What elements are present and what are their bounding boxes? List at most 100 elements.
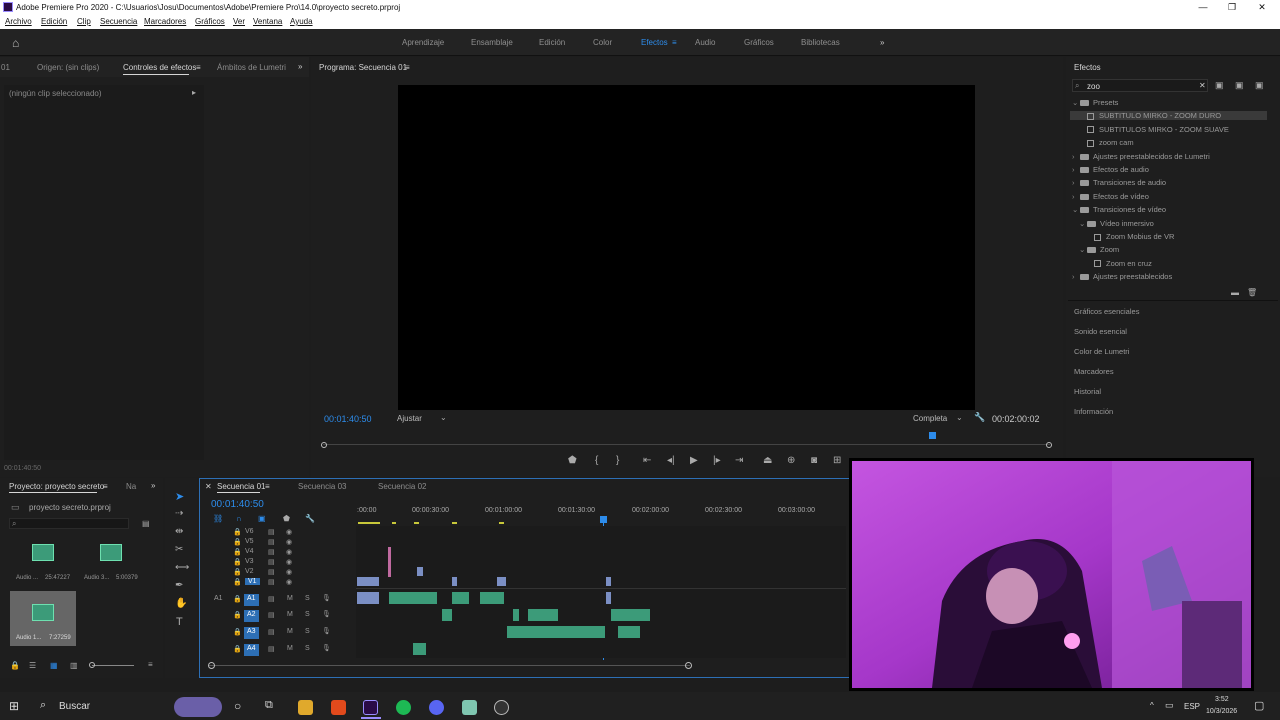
toggle-sync-icon[interactable]: ▤ bbox=[268, 595, 275, 603]
source-patch[interactable]: A1 bbox=[214, 595, 223, 602]
tab-project[interactable]: Proyecto: proyecto secreto bbox=[9, 482, 104, 491]
tab-effect-controls[interactable]: Controles de efectos bbox=[123, 63, 196, 72]
mute-button[interactable]: M bbox=[287, 595, 293, 602]
lift-icon[interactable]: ⏏ bbox=[763, 455, 772, 466]
eye-icon[interactable]: ◉ bbox=[286, 538, 292, 546]
close-icon[interactable]: ✕ bbox=[1254, 2, 1270, 13]
track-lock-icon[interactable]: 🔒 bbox=[233, 558, 242, 566]
effects-folder[interactable]: ⌄ Presets bbox=[1072, 98, 1118, 107]
mute-button[interactable]: M bbox=[287, 645, 293, 652]
mute-button[interactable]: M bbox=[287, 628, 293, 635]
audio-clip[interactable] bbox=[528, 609, 558, 621]
app-icon[interactable] bbox=[462, 700, 477, 715]
zoom-slider[interactable] bbox=[92, 665, 134, 666]
menu-ver[interactable]: Ver bbox=[233, 17, 245, 26]
microphone-icon[interactable]: 🎙 bbox=[322, 627, 331, 635]
selection-tool-icon[interactable]: ➤ bbox=[175, 490, 184, 503]
solo-button[interactable]: S bbox=[305, 628, 310, 635]
nest-toggle-icon[interactable]: ⛓ bbox=[213, 514, 223, 523]
chevron-right-icon[interactable]: › bbox=[1072, 152, 1080, 161]
accelerated-effects-icon[interactable]: ▣ bbox=[1215, 80, 1224, 91]
quality-dropdown[interactable]: Completa bbox=[913, 414, 947, 423]
mark-in-icon[interactable]: { bbox=[595, 455, 598, 466]
eye-icon[interactable]: ◉ bbox=[286, 558, 292, 566]
timeline-settings-icon[interactable]: 🔧 bbox=[305, 514, 315, 523]
track-lock-icon[interactable]: 🔒 bbox=[233, 595, 242, 603]
menu-edicion[interactable]: Edición bbox=[41, 17, 67, 26]
effects-folder[interactable]: › Transiciones de audio bbox=[1072, 178, 1166, 187]
panel-menu-icon[interactable]: ≡ bbox=[196, 63, 201, 72]
track-label[interactable]: V2 bbox=[245, 568, 254, 575]
video-clip[interactable] bbox=[388, 547, 391, 577]
timeline-playhead-handle[interactable] bbox=[600, 516, 607, 523]
tab-prefix[interactable]: 01 bbox=[1, 63, 10, 72]
track-lock-icon[interactable]: 🔒 bbox=[233, 611, 242, 619]
more-tabs-icon[interactable]: » bbox=[298, 62, 302, 71]
type-tool-icon[interactable]: T bbox=[176, 616, 183, 628]
new-bin-from-search-icon[interactable]: ▤ bbox=[142, 519, 150, 528]
effects-folder[interactable]: ⌄ Transiciones de vídeo bbox=[1072, 205, 1166, 214]
more-project-tabs-icon[interactable]: » bbox=[151, 481, 155, 490]
close-sequence-icon[interactable]: ✕ bbox=[205, 482, 212, 491]
wrench-icon[interactable]: 🔧 bbox=[974, 412, 985, 423]
effects-search-box[interactable]: ⌕ zoo ✕ bbox=[1072, 79, 1208, 92]
more-workspaces-icon[interactable]: » bbox=[880, 38, 884, 47]
timeline-zoom-scrollbar[interactable] bbox=[208, 665, 690, 666]
solo-button[interactable]: S bbox=[305, 645, 310, 652]
tab-secuencia-03[interactable]: Secuencia 03 bbox=[298, 482, 346, 491]
project-item[interactable]: Audio 3... 5:00379 bbox=[80, 537, 142, 587]
project-item-selected[interactable]: Audio 1... 7:27259 bbox=[10, 591, 76, 646]
track-label[interactable]: V3 bbox=[245, 558, 254, 565]
menu-graficos[interactable]: Gráficos bbox=[195, 17, 225, 26]
section-graficos-esenciales[interactable]: Gráficos esenciales bbox=[1074, 307, 1139, 316]
effects-folder[interactable]: ⌄ Zoom bbox=[1079, 245, 1119, 254]
project-menu-icon[interactable]: ≡ bbox=[103, 482, 108, 491]
fit-dropdown-chevron-icon[interactable]: ⌄ bbox=[440, 413, 447, 422]
workspace-color[interactable]: Color bbox=[593, 38, 612, 47]
audio-clip[interactable] bbox=[389, 592, 437, 604]
clear-search-icon[interactable]: ✕ bbox=[1199, 81, 1206, 90]
tab-media-browser[interactable]: Na bbox=[126, 482, 136, 491]
audio-clip[interactable] bbox=[452, 592, 469, 604]
fit-dropdown[interactable]: Ajustar bbox=[397, 414, 422, 423]
tab-effects[interactable]: Efectos bbox=[1074, 63, 1101, 72]
audio-clip[interactable] bbox=[357, 592, 379, 604]
audio-clip[interactable] bbox=[413, 643, 426, 655]
effects-preset[interactable]: SUBTITULOS MIRKO - ZOOM SUAVE bbox=[1079, 125, 1229, 134]
chevron-right-icon[interactable]: › bbox=[1072, 272, 1080, 281]
taskbar-time[interactable]: 3:52 bbox=[1215, 696, 1229, 703]
effects-folder[interactable]: › Efectos de vídeo bbox=[1072, 192, 1149, 201]
effects-preset[interactable]: Zoom Mobius de VR bbox=[1086, 232, 1174, 241]
windows-start-icon[interactable]: ⊞ bbox=[9, 699, 19, 713]
eye-icon[interactable]: ◉ bbox=[286, 528, 292, 536]
language-indicator[interactable]: ESP bbox=[1184, 702, 1200, 711]
track-lock-icon[interactable]: 🔒 bbox=[233, 568, 242, 576]
hand-tool-icon[interactable]: ✋ bbox=[175, 598, 187, 609]
maximize-icon[interactable]: ❐ bbox=[1224, 2, 1240, 13]
file-explorer-icon[interactable] bbox=[298, 700, 313, 715]
effects-search-input[interactable]: zoo bbox=[1087, 82, 1100, 91]
add-marker-icon[interactable]: ⬟ bbox=[568, 455, 577, 466]
eye-icon[interactable]: ◉ bbox=[286, 568, 292, 576]
workspace-menu-icon[interactable]: ≡ bbox=[672, 38, 677, 47]
program-timecode[interactable]: 00:01:40:50 bbox=[324, 414, 372, 424]
snap-icon[interactable]: ∩ bbox=[236, 514, 242, 523]
microphone-icon[interactable]: 🎙 bbox=[322, 610, 331, 618]
effects-preset[interactable]: Zoom en cruz bbox=[1086, 259, 1152, 268]
track-lock-icon[interactable]: 🔒 bbox=[233, 628, 242, 636]
project-search-input[interactable]: ⌕ bbox=[9, 518, 129, 529]
workspace-audio[interactable]: Audio bbox=[695, 38, 715, 47]
track-label[interactable]: V4 bbox=[245, 548, 254, 555]
spotify-icon[interactable] bbox=[396, 700, 411, 715]
audio-clip[interactable] bbox=[618, 626, 640, 638]
menu-clip[interactable]: Clip bbox=[77, 17, 91, 26]
tab-source[interactable]: Origen: (sin clips) bbox=[37, 63, 99, 72]
video-clip[interactable] bbox=[452, 577, 457, 586]
razor-tool-icon[interactable]: ✂ bbox=[175, 544, 183, 555]
tray-chevron-icon[interactable]: ^ bbox=[1150, 701, 1154, 710]
audio-clip[interactable] bbox=[611, 609, 650, 621]
cortana-icon[interactable]: ○ bbox=[234, 699, 241, 713]
chevron-down-icon[interactable]: ⌄ bbox=[1079, 219, 1087, 228]
mark-out-icon[interactable]: } bbox=[616, 455, 619, 466]
timeline-menu-icon[interactable]: ≡ bbox=[265, 482, 270, 491]
